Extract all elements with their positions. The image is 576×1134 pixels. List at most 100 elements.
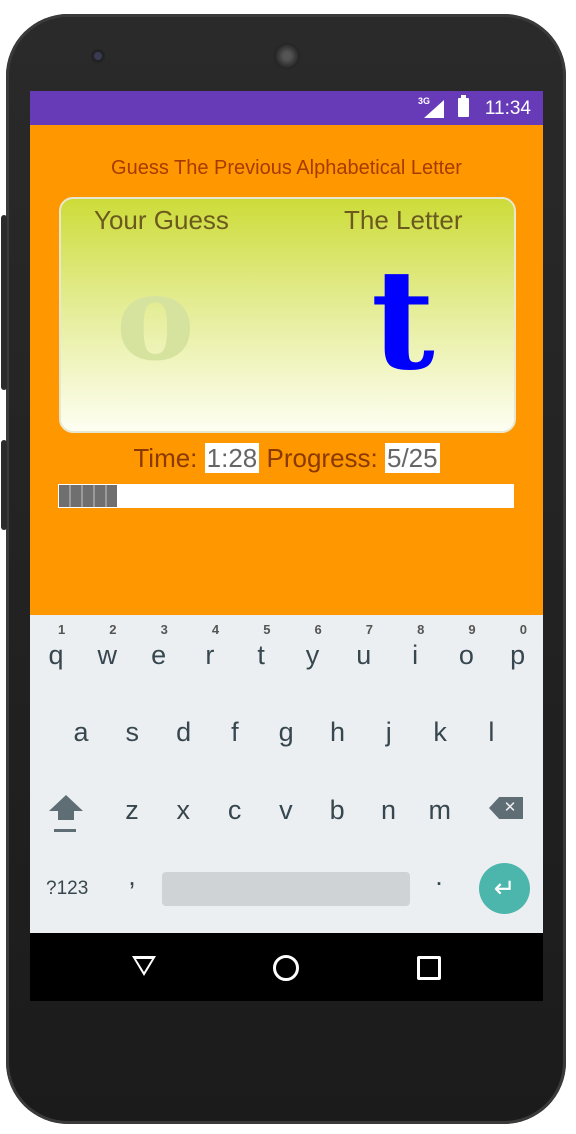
enter-key[interactable]: ↵: [479, 863, 530, 914]
key[interactable]: z: [107, 795, 157, 826]
key-hint: 3: [160, 622, 168, 637]
key-label: v: [279, 795, 293, 825]
shift-arrow-icon: [49, 795, 83, 811]
comma-key[interactable]: ,: [107, 861, 157, 892]
key-label: z: [125, 795, 139, 825]
key[interactable]: h: [313, 717, 363, 748]
key-label: k: [433, 717, 447, 747]
progress-bar: [58, 484, 514, 508]
symbols-key[interactable]: ?123: [46, 878, 88, 900]
shift-stem-icon: [58, 810, 74, 820]
status-bar: 3G 11:34: [30, 91, 543, 125]
backspace-key[interactable]: ✕: [489, 797, 523, 819]
backspace-icon: ✕: [503, 799, 517, 816]
key[interactable]: 1q: [31, 622, 81, 671]
navigation-bar: [30, 933, 543, 1001]
key[interactable]: 7u: [339, 622, 389, 671]
screen: 3G 11:34 Guess The Previous Alphabetical…: [30, 91, 543, 1001]
key-label: p: [510, 640, 526, 670]
caps-indicator: [54, 829, 76, 832]
key[interactable]: 3e: [134, 622, 184, 671]
key-hint: 8: [417, 622, 425, 637]
key-label: a: [73, 717, 89, 747]
key-label: t: [257, 640, 265, 670]
key[interactable]: 0p: [493, 622, 543, 671]
key-label: r: [205, 640, 215, 670]
shift-key[interactable]: [47, 795, 87, 841]
key[interactable]: s: [107, 717, 157, 748]
time-label: Time:: [133, 443, 198, 473]
key[interactable]: 9o: [441, 622, 491, 671]
key-hint: 0: [519, 622, 527, 637]
letter-card: Your Guess The Letter o t: [59, 197, 516, 433]
key-label: y: [305, 640, 320, 670]
key[interactable]: j: [364, 717, 414, 748]
key-label: f: [231, 717, 239, 747]
key[interactable]: a: [56, 717, 106, 748]
key-label: h: [329, 717, 346, 747]
key[interactable]: b: [312, 795, 362, 826]
key[interactable]: g: [261, 717, 311, 748]
key-label: b: [329, 795, 345, 825]
key-label: u: [356, 640, 372, 670]
home-icon[interactable]: [273, 955, 299, 981]
key-label: c: [227, 795, 242, 825]
key-label: n: [380, 795, 397, 825]
space-key[interactable]: [162, 872, 410, 906]
period-key[interactable]: .: [414, 861, 464, 892]
key[interactable]: 8i: [390, 622, 440, 671]
key-label: e: [151, 640, 167, 670]
key-label: q: [48, 640, 64, 670]
key[interactable]: x: [158, 795, 208, 826]
key-label: g: [278, 717, 294, 747]
key-label: w: [97, 640, 118, 670]
time-value: 1:28: [204, 443, 260, 473]
volume-button: [1, 215, 7, 390]
soft-keyboard: ✕ ?123 , . ↵ 1q2w3e4r5t6y7u8i9o0pasdfghj…: [30, 615, 543, 933]
page-title: Guess The Previous Alphabetical Letter: [111, 157, 462, 179]
key-hint: 4: [211, 622, 220, 637]
back-icon[interactable]: [132, 956, 156, 976]
progress-bar-fill: [59, 485, 118, 507]
key-hint: 2: [109, 622, 117, 637]
key-label: x: [176, 795, 191, 825]
status-time: 11:34: [484, 98, 531, 119]
light-sensor: [480, 51, 488, 59]
key[interactable]: f: [210, 717, 260, 748]
key-hint: 9: [468, 622, 476, 637]
proximity-sensor: [462, 51, 470, 59]
key-hint: 6: [314, 622, 322, 637]
key[interactable]: l: [466, 717, 516, 748]
recents-icon[interactable]: [417, 956, 441, 980]
key-hint: 5: [263, 622, 271, 637]
guess-character: o: [116, 248, 195, 387]
key[interactable]: d: [159, 717, 209, 748]
timer-progress-row: Time: 1:28 Progress: 5/25: [30, 443, 543, 474]
key-label: m: [428, 795, 452, 825]
front-camera: [91, 49, 105, 63]
target-letter: t: [371, 238, 435, 401]
key-hint: 1: [58, 622, 66, 637]
key-label: d: [176, 717, 192, 747]
key-label: i: [412, 640, 419, 670]
key[interactable]: m: [415, 795, 465, 826]
power-button: [1, 440, 7, 530]
key-hint: 7: [365, 622, 374, 637]
key-label: o: [458, 640, 474, 670]
the-letter-label: The Letter: [344, 205, 463, 235]
key[interactable]: 2w: [82, 622, 132, 671]
progress-label: Progress:: [266, 443, 378, 473]
signal-icon: [424, 100, 444, 118]
key[interactable]: 6y: [288, 622, 338, 671]
key[interactable]: k: [415, 717, 465, 748]
key[interactable]: c: [210, 795, 260, 826]
key[interactable]: 4r: [185, 622, 235, 671]
key-label: s: [125, 717, 140, 747]
your-guess-label: Your Guess: [94, 205, 229, 235]
key-label: j: [385, 717, 392, 747]
key[interactable]: 5t: [236, 622, 286, 671]
earpiece-speaker: [274, 43, 300, 69]
key[interactable]: v: [261, 795, 311, 826]
key[interactable]: n: [364, 795, 414, 826]
battery-icon: [458, 95, 469, 117]
